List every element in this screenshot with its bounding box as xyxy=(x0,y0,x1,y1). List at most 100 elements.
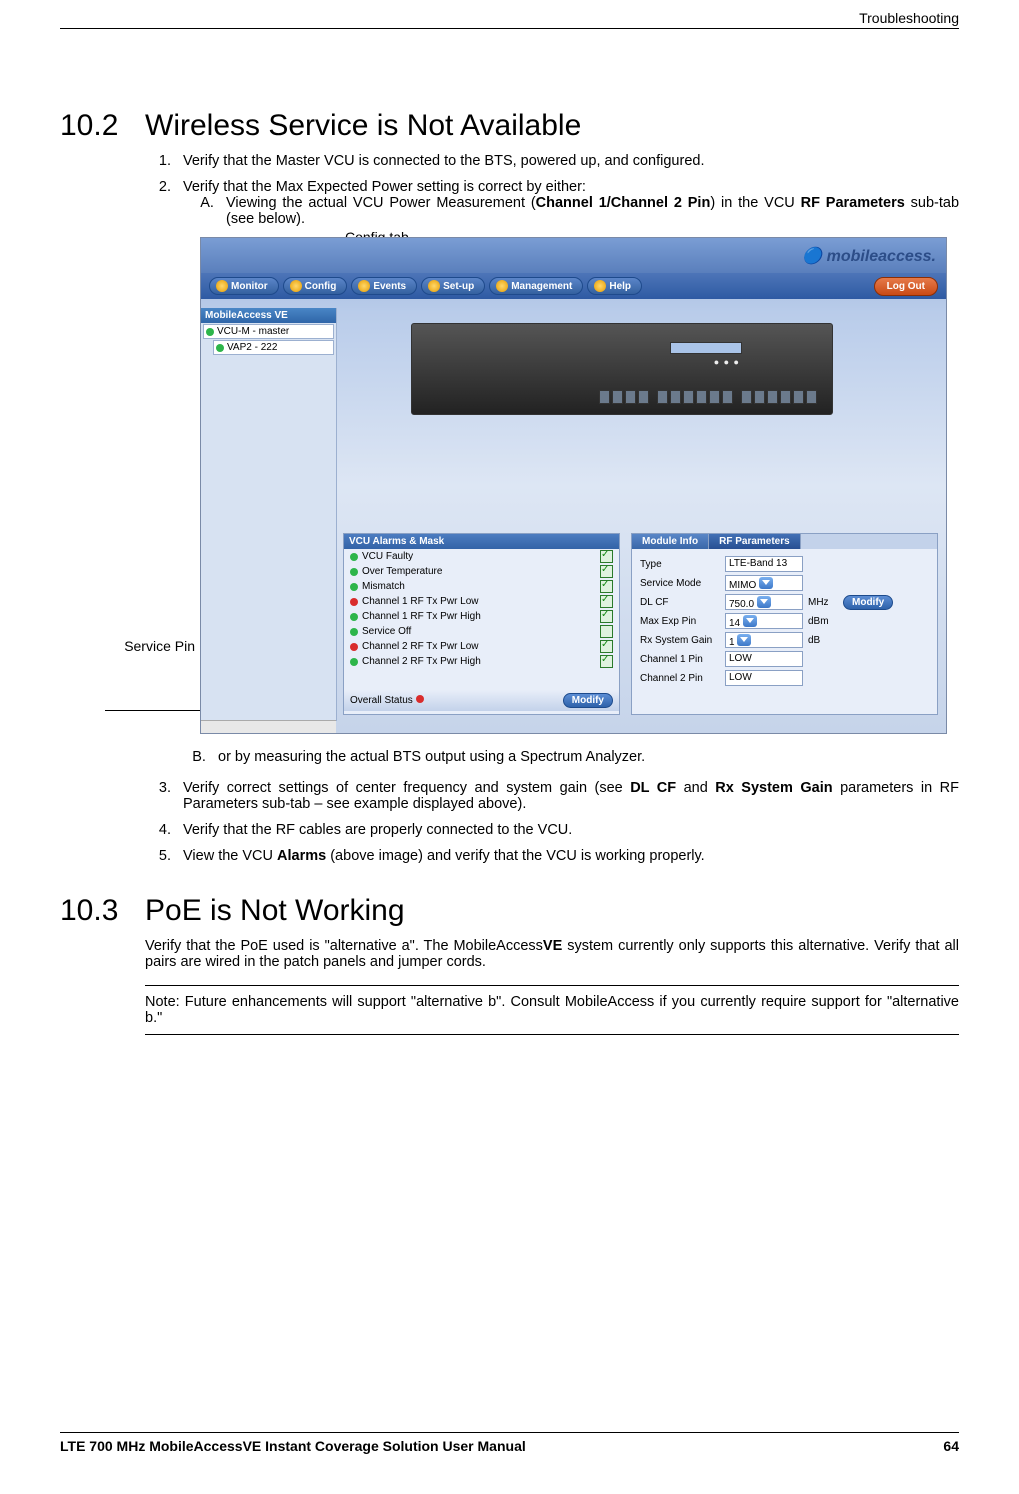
status-dot-icon xyxy=(350,583,358,591)
rf-value[interactable]: 750.0 xyxy=(725,594,803,610)
rf-row: Service ModeMIMO xyxy=(640,575,929,591)
alarm-row: Channel 2 RF Tx Pwr Low xyxy=(344,639,619,654)
t: RF Parameters xyxy=(801,195,905,211)
heading-title: Wireless Service is Not Available xyxy=(145,109,581,142)
nav-events[interactable]: Events xyxy=(351,277,417,295)
nav-help[interactable]: Help xyxy=(587,277,642,295)
rf-value[interactable]: LTE-Band 13 xyxy=(725,556,803,572)
alarm-row: Channel 1 RF Tx Pwr High xyxy=(344,609,619,624)
alarm-checkbox[interactable] xyxy=(600,565,613,578)
nav-label: Config xyxy=(305,281,337,292)
status-dot-red-icon xyxy=(416,695,424,703)
rf-label: Channel 1 Pin xyxy=(640,654,720,665)
alarm-checkbox[interactable] xyxy=(600,580,613,593)
callout-service-pin: Service Pin xyxy=(115,638,195,654)
status-dot-icon xyxy=(350,613,358,621)
tab-module-info[interactable]: Module Info xyxy=(632,534,709,549)
tree-item-vap[interactable]: VAP2 - 222 xyxy=(213,340,334,355)
alarm-checkbox[interactable] xyxy=(600,655,613,668)
alarm-checkbox[interactable] xyxy=(600,550,613,563)
rf-label: Type xyxy=(640,559,720,570)
nav-setup[interactable]: Set-up xyxy=(421,277,485,295)
logout-button[interactable]: Log Out xyxy=(874,277,938,296)
step-4: Verify that the RF cables are properly c… xyxy=(175,822,959,838)
t: Rx System Gain xyxy=(715,780,832,796)
alarm-checkbox[interactable] xyxy=(600,610,613,623)
dropdown-icon[interactable] xyxy=(757,596,771,608)
dropdown-icon[interactable] xyxy=(737,634,751,646)
tree-label: VAP2 - 222 xyxy=(227,342,277,353)
alarm-checkbox[interactable] xyxy=(600,625,613,638)
rf-row: Rx System Gain1 dB xyxy=(640,632,929,648)
alarm-row: VCU Faulty xyxy=(344,549,619,564)
rf-row: Type LTE-Band 13 xyxy=(640,556,929,572)
alarm-row: Service Off xyxy=(344,624,619,639)
nav-label: Management xyxy=(511,281,572,292)
nav-monitor[interactable]: Monitor xyxy=(209,277,279,295)
alarm-label: Mismatch xyxy=(362,581,405,592)
t: Viewing the actual VCU Power Measurement… xyxy=(226,195,536,211)
status-dot-green-icon xyxy=(206,328,214,336)
rf-value[interactable]: 14 xyxy=(725,613,803,629)
alarm-label: Channel 1 RF Tx Pwr High xyxy=(362,611,481,622)
setup-icon xyxy=(428,280,440,292)
alarms-header: VCU Alarms & Mask xyxy=(344,534,619,549)
help-icon xyxy=(594,280,606,292)
status-dot-icon xyxy=(350,658,358,666)
nav-config[interactable]: Config xyxy=(283,277,348,295)
rf-unit: dBm xyxy=(808,616,838,627)
t: and xyxy=(676,780,715,796)
rf-value[interactable]: LOW xyxy=(725,670,803,686)
alarm-checkbox[interactable] xyxy=(600,595,613,608)
alarm-label: Over Temperature xyxy=(362,566,442,577)
dropdown-icon[interactable] xyxy=(743,615,757,627)
scrollbar-horizontal[interactable] xyxy=(201,720,336,733)
device-ports xyxy=(599,390,817,404)
tab-rf-parameters[interactable]: RF Parameters xyxy=(709,534,801,549)
status-dot-icon xyxy=(350,643,358,651)
alarms-panel: VCU Alarms & Mask VCU Faulty Over Tempera… xyxy=(343,533,620,715)
step-2-text: Verify that the Max Expected Power setti… xyxy=(183,179,586,195)
device-leds: ● ● ● xyxy=(714,357,740,367)
modify-button[interactable]: Modify xyxy=(843,595,893,610)
alarm-label: Service Off xyxy=(362,626,411,637)
t: Verify correct settings of center freque… xyxy=(183,780,630,796)
rf-label: DL CF xyxy=(640,597,720,608)
alarm-label: VCU Faulty xyxy=(362,551,413,562)
rf-label: Channel 2 Pin xyxy=(640,673,720,684)
rf-row: Max Exp Pin14 dBm xyxy=(640,613,929,629)
sec103-para: Verify that the PoE used is "alternative… xyxy=(145,938,959,970)
t: (above image) and verify that the VCU is… xyxy=(326,848,705,864)
step-2b: or by measuring the actual BTS output us… xyxy=(210,749,959,765)
rf-row: Channel 2 Pin LOW xyxy=(640,670,929,686)
overall-status-bar: Overall Status Modify xyxy=(344,690,619,711)
tree-item-vcu[interactable]: VCU-M - master xyxy=(203,324,334,339)
modify-button[interactable]: Modify xyxy=(563,693,613,708)
app-topbar: mobileaccess. xyxy=(201,238,946,273)
status-dot-icon xyxy=(350,553,358,561)
screenshot-app: mobileaccess. Monitor Config Events Set-… xyxy=(200,237,947,734)
status-dot-icon xyxy=(350,568,358,576)
dropdown-icon[interactable] xyxy=(759,577,773,589)
rf-value[interactable]: LOW xyxy=(725,651,803,667)
management-icon xyxy=(496,280,508,292)
overall-label: Overall Status xyxy=(350,695,413,706)
footer-title: LTE 700 MHz MobileAccessVE Instant Cover… xyxy=(60,1438,526,1454)
rf-value[interactable]: MIMO xyxy=(725,575,803,591)
alarm-label: Channel 2 RF Tx Pwr Low xyxy=(362,641,479,652)
status-dot-green-icon xyxy=(216,344,224,352)
heading-10-2: 10.2Wireless Service is Not Available xyxy=(60,109,959,143)
t: View the VCU xyxy=(183,848,277,864)
status-dot-icon xyxy=(350,598,358,606)
heading-title: PoE is Not Working xyxy=(145,894,405,927)
rf-row: Channel 1 Pin LOW xyxy=(640,651,929,667)
rf-unit: dB xyxy=(808,635,838,646)
nav-management[interactable]: Management xyxy=(489,277,583,295)
rf-value[interactable]: 1 xyxy=(725,632,803,648)
step-3: Verify correct settings of center freque… xyxy=(175,780,959,812)
events-icon xyxy=(358,280,370,292)
footer-page: 64 xyxy=(943,1438,959,1454)
alarm-checkbox[interactable] xyxy=(600,640,613,653)
step-2a: Viewing the actual VCU Power Measurement… xyxy=(218,195,959,227)
monitor-icon xyxy=(216,280,228,292)
